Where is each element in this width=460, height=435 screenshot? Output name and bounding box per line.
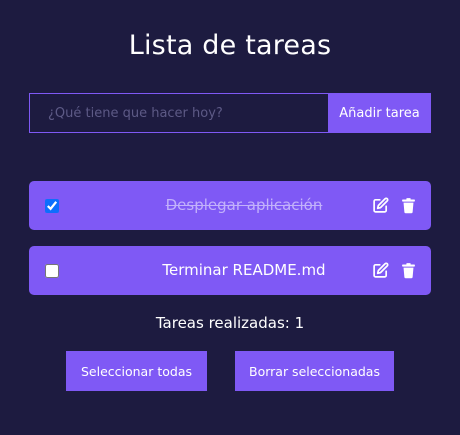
add-task-button[interactable]: Añadir tarea xyxy=(328,93,431,133)
task-checkbox[interactable] xyxy=(45,264,59,278)
new-task-input[interactable] xyxy=(29,93,328,133)
task-label: Terminar README.md xyxy=(162,261,326,279)
task-label: Desplegar aplicación xyxy=(165,196,323,214)
task-item: Desplegar aplicación xyxy=(29,181,431,230)
page-title: Lista de tareas xyxy=(128,30,332,61)
delete-selected-button[interactable]: Borrar seleccionadas xyxy=(235,351,394,391)
trash-icon[interactable] xyxy=(400,262,417,279)
task-checkbox[interactable] xyxy=(45,199,59,213)
edit-icon[interactable] xyxy=(372,262,389,279)
task-item: Terminar README.md xyxy=(29,246,431,295)
select-all-button[interactable]: Seleccionar todas xyxy=(66,351,207,391)
trash-icon[interactable] xyxy=(400,197,417,214)
add-task-form: Añadir tarea xyxy=(29,93,431,133)
completed-counter: Tareas realizadas: 1 xyxy=(155,314,305,332)
edit-icon[interactable] xyxy=(372,197,389,214)
